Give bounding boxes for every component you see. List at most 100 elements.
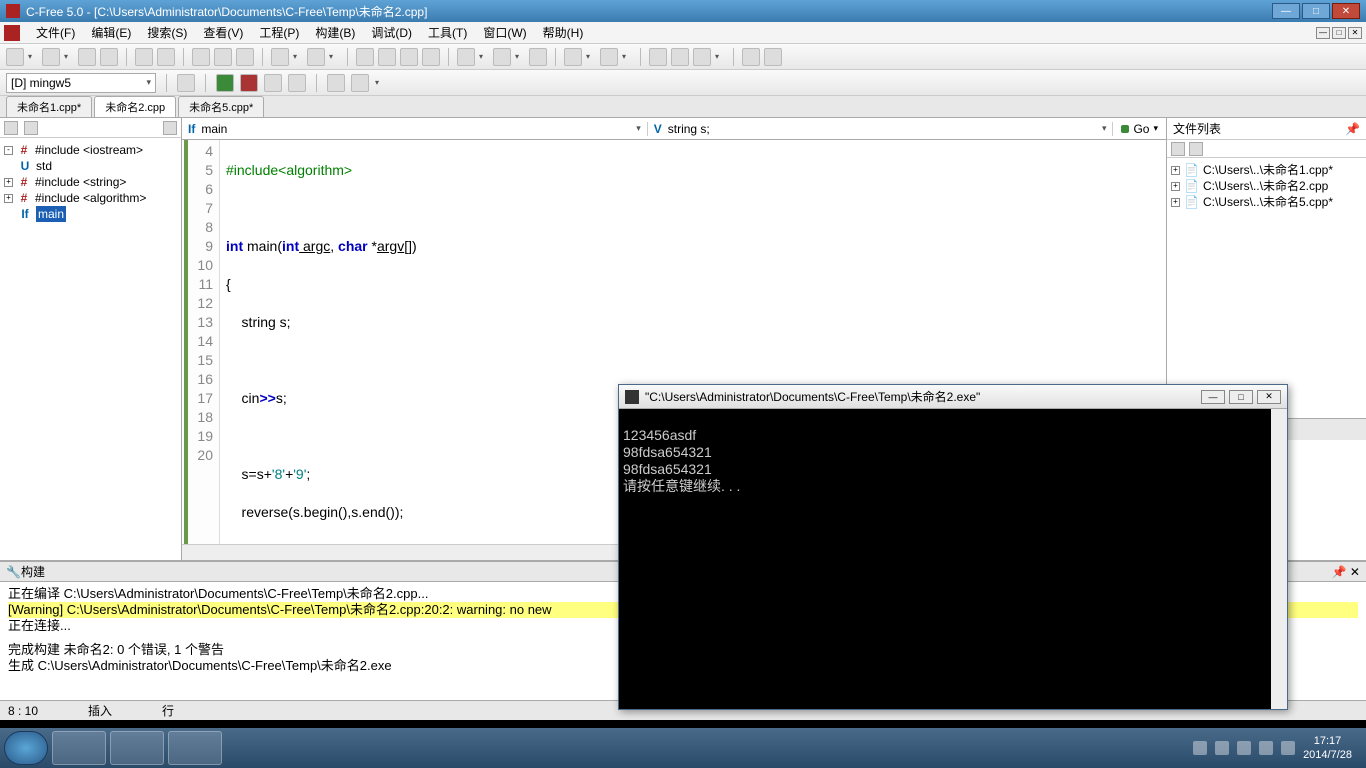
bookmark-prev-icon[interactable] [493,48,511,66]
config-icon[interactable] [177,74,195,92]
menubar: 文件(F) 编辑(E) 搜索(S) 查看(V) 工程(P) 构建(B) 调试(D… [0,22,1366,44]
console-output[interactable]: 123456asdf 98fdsa654321 98fdsa654321 请按任… [619,409,1287,709]
redo-icon[interactable] [307,48,325,66]
breakpoint-icon[interactable] [327,74,345,92]
titlebar[interactable]: C-Free 5.0 - [C:\Users\Administrator\Doc… [0,0,1366,22]
menu-build[interactable]: 构建(B) [307,22,363,43]
sb-tool2-icon[interactable] [24,121,38,135]
tab-file2[interactable]: 未命名2.cpp [94,96,176,117]
editor-tabs: 未命名1.cpp* 未命名2.cpp 未命名5.cpp* [0,96,1366,118]
sb-refresh-icon[interactable] [163,121,177,135]
menu-view[interactable]: 查看(V) [195,22,251,43]
save-icon[interactable] [78,48,96,66]
symbol-bar: Ifmain▾ Vstring s;▾ Go▾ [182,118,1166,140]
system-tray[interactable]: 17:17 2014/7/28 [1193,734,1362,762]
menu-project[interactable]: 工程(P) [251,22,307,43]
console-max-button[interactable]: □ [1229,390,1253,404]
line-label: 行 [162,702,174,719]
console-title-text: "C:\Users\Administrator\Documents\C-Free… [645,388,980,405]
find-in-files-icon[interactable] [378,48,396,66]
menu-window[interactable]: 窗口(W) [475,22,534,43]
fl-tool2-icon[interactable] [1189,142,1203,156]
console-icon [625,390,639,404]
app-icon [6,4,20,18]
file-list[interactable]: +📄C:\Users\..\未命名1.cpp* +📄C:\Users\..\未命… [1167,158,1366,418]
go-button[interactable]: Go▾ [1113,122,1166,136]
fl-tool1-icon[interactable] [1171,142,1185,156]
task-explorer[interactable] [110,731,164,765]
replace-icon[interactable] [400,48,418,66]
tray-flag-icon[interactable] [1237,741,1251,755]
console-titlebar[interactable]: "C:\Users\Administrator\Documents\C-Free… [619,385,1287,409]
undo-icon[interactable] [271,48,289,66]
copy-icon[interactable] [214,48,232,66]
menu-help[interactable]: 帮助(H) [535,22,592,43]
compiler-select[interactable]: [D] mingw5 [6,73,156,93]
open-icon[interactable] [42,48,60,66]
window-title: C-Free 5.0 - [C:\Users\Administrator\Doc… [26,3,1272,20]
menu-tools[interactable]: 工具(T) [420,22,475,43]
tray-network-icon[interactable] [1259,741,1273,755]
step-into-icon[interactable] [264,74,282,92]
print-preview-icon[interactable] [157,48,175,66]
new-file-icon[interactable] [6,48,24,66]
taskbar[interactable]: 17:17 2014/7/28 [0,728,1366,768]
symbol-member-select[interactable]: Vstring s;▾ [648,122,1114,136]
menu-search[interactable]: 搜索(S) [139,22,195,43]
tab-file3[interactable]: 未命名5.cpp* [178,96,264,117]
console-close-button[interactable]: ✕ [1257,390,1281,404]
build-icon[interactable] [671,48,689,66]
close-button[interactable]: ✕ [1332,3,1360,19]
left-sidebar: -##include <iostream> Ustd +##include <s… [0,118,182,560]
hand-icon[interactable] [351,74,369,92]
tray-volume-icon[interactable] [1281,741,1295,755]
nav-back-icon[interactable] [564,48,582,66]
tray-input-icon[interactable] [1193,741,1207,755]
step-over-icon[interactable] [288,74,306,92]
task-cfree[interactable] [52,731,106,765]
about-icon[interactable] [764,48,782,66]
find-icon[interactable] [356,48,374,66]
menu-app-icon [4,25,20,41]
help-icon[interactable] [742,48,760,66]
sb-tool1-icon[interactable] [4,121,18,135]
main-toolbar: ▾ ▾ ▾ ▾ ▾ ▾ ▾ ▾ ▾ [0,44,1366,70]
mdi-close-button[interactable]: ✕ [1348,27,1362,39]
goto-icon[interactable] [422,48,440,66]
filelist-title: 文件列表📌 [1167,118,1366,140]
maximize-button[interactable]: □ [1302,3,1330,19]
mdi-restore-button[interactable]: □ [1332,27,1346,39]
stop-icon[interactable] [240,74,258,92]
save-all-icon[interactable] [100,48,118,66]
cursor-pos: 8 : 10 [8,704,38,718]
mdi-min-button[interactable]: — [1316,27,1330,39]
cut-icon[interactable] [192,48,210,66]
nav-fwd-icon[interactable] [600,48,618,66]
bookmark-clear-icon[interactable] [529,48,547,66]
output-pin-icon[interactable]: 📌 ✕ [1332,565,1360,579]
menu-edit[interactable]: 编辑(E) [83,22,139,43]
bookmark-icon[interactable] [457,48,475,66]
symbol-tree[interactable]: -##include <iostream> Ustd +##include <s… [0,138,181,226]
compiler-toolbar: [D] mingw5 ▾ [0,70,1366,96]
insert-mode: 插入 [88,702,112,719]
print-icon[interactable] [135,48,153,66]
console-min-button[interactable]: — [1201,390,1225,404]
tray-clock[interactable]: 17:17 2014/7/28 [1303,734,1352,762]
console-scrollbar[interactable] [1271,409,1287,709]
line-gutter: 4567891011121314151617181920 [188,140,220,544]
console-window[interactable]: "C:\Users\Administrator\Documents\C-Free… [618,384,1288,710]
symbol-scope-select[interactable]: Ifmain▾ [182,122,648,136]
minimize-button[interactable]: — [1272,3,1300,19]
menu-file[interactable]: 文件(F) [28,22,83,43]
run-icon[interactable] [216,74,234,92]
menu-debug[interactable]: 调试(D) [363,22,420,43]
pin-icon[interactable]: 📌 [1345,122,1360,136]
task-console[interactable] [168,731,222,765]
tray-action-icon[interactable] [1215,741,1229,755]
rebuild-icon[interactable] [693,48,711,66]
start-button[interactable] [4,731,48,765]
tab-file1[interactable]: 未命名1.cpp* [6,96,92,117]
paste-icon[interactable] [236,48,254,66]
compile-icon[interactable] [649,48,667,66]
